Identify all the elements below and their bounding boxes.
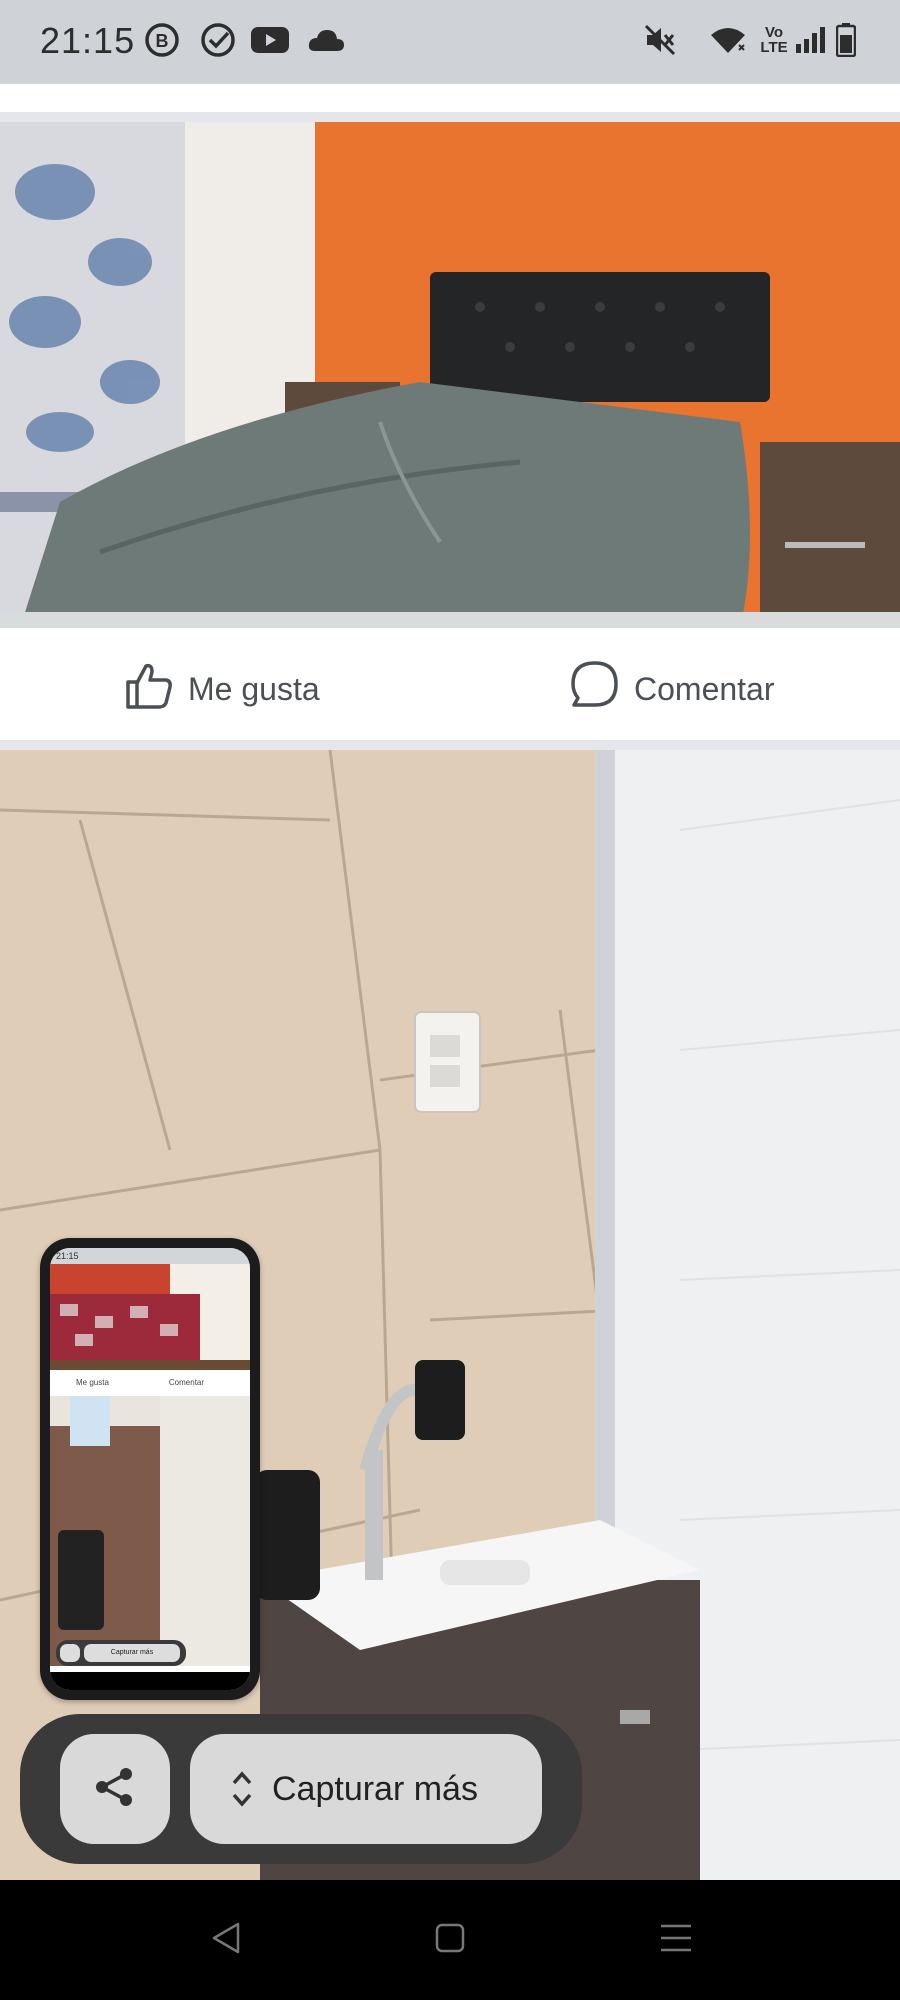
mini-capture-toolbar: Capturar más (56, 1640, 186, 1666)
mini-status-bar: 21:15 (50, 1248, 250, 1264)
status-bar: 21:15 B Vo LTE (0, 0, 900, 84)
battery-icon (826, 20, 866, 60)
back-triangle-icon (210, 1921, 242, 1960)
system-nav-bar (0, 1880, 900, 2000)
status-time: 21:15 (40, 20, 136, 61)
volte-icon: Vo LTE (760, 24, 788, 56)
capture-more-button[interactable]: Capturar más (190, 1734, 542, 1844)
mini-action-row: Me gusta Comentar (50, 1370, 250, 1394)
post-divider (0, 112, 900, 122)
bedroom-photo-image (0, 122, 900, 628)
feed-top-strip (0, 84, 900, 112)
post-photo-bedroom[interactable] (0, 122, 900, 628)
comment-label: Comentar (634, 670, 775, 707)
screenshot-toolbar: Capturar más (20, 1714, 582, 1864)
svg-text:B: B (156, 31, 169, 51)
recents-button[interactable] (652, 1916, 700, 1964)
mini-capture-more-button: Capturar más (84, 1644, 180, 1662)
expand-vertical-icon (230, 1769, 254, 1809)
mini-like-label: Me gusta (76, 1377, 109, 1387)
share-icon (93, 1765, 137, 1814)
mute-icon (640, 20, 680, 60)
like-label: Me gusta (188, 670, 320, 707)
check-circle-icon (198, 20, 238, 60)
mini-bedroom-photo (50, 1264, 250, 1370)
home-button[interactable] (426, 1916, 474, 1964)
share-button[interactable] (60, 1734, 170, 1844)
capture-more-label: Capturar más (272, 1769, 478, 1808)
menu-lines-icon (659, 1922, 693, 1959)
youtube-icon (250, 20, 290, 60)
mini-status-time: 21:15 (56, 1251, 79, 1261)
screenshot-preview-thumbnail[interactable]: 21:15 Me gusta Comentar Capturar más (40, 1238, 260, 1700)
wifi-icon (708, 20, 748, 60)
cloud-icon (306, 20, 346, 60)
comment-button[interactable]: Comentar (570, 660, 775, 718)
mini-nav-bar (50, 1672, 250, 1690)
post-action-row: Me gusta Comentar (0, 628, 900, 740)
mini-share-button (60, 1644, 80, 1662)
back-button[interactable] (202, 1916, 250, 1964)
screenshot-preview-screen: 21:15 Me gusta Comentar Capturar más (50, 1248, 250, 1690)
like-button[interactable]: Me gusta (124, 660, 320, 718)
comment-bubble-icon (570, 660, 620, 718)
thumbs-up-icon (124, 660, 174, 718)
signal-icon (790, 20, 830, 60)
mini-comment-label: Comentar (168, 1377, 205, 1387)
post-divider (0, 740, 900, 750)
mini-nested-preview (58, 1530, 104, 1630)
b-badge-icon: B (142, 20, 182, 60)
home-square-icon (434, 1922, 466, 1959)
